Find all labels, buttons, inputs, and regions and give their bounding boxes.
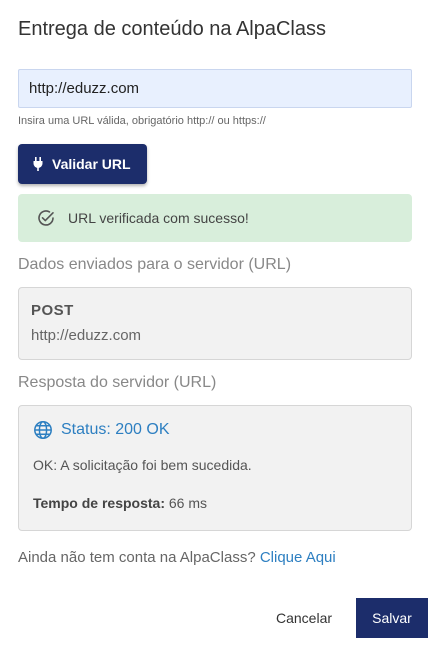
- request-section-label: Dados enviados para o servidor (URL): [18, 256, 292, 273]
- dialog-title: Entrega de conteúdo na AlpaClass: [18, 18, 326, 40]
- url-helper-text: Insira uma URL válida, obrigatório http:…: [18, 115, 266, 127]
- validate-url-button[interactable]: Validar URL: [18, 144, 147, 184]
- save-button[interactable]: Salvar: [356, 598, 428, 638]
- response-section-label: Resposta do servidor (URL): [18, 374, 217, 391]
- status-row: Status: 200 OK: [33, 420, 399, 440]
- account-prompt: Ainda não tem conta na AlpaClass? Clique…: [18, 549, 336, 566]
- response-time-label: Tempo de resposta:: [33, 495, 165, 511]
- success-message: URL verificada com sucesso!: [68, 210, 249, 226]
- request-panel: POST http://eduzz.com: [18, 287, 412, 360]
- plug-icon: [32, 157, 44, 171]
- check-circle-icon: [36, 208, 56, 228]
- response-panel: Status: 200 OK OK: A solicitação foi bem…: [18, 405, 412, 531]
- validate-url-label: Validar URL: [52, 156, 131, 172]
- request-method: POST: [31, 302, 74, 319]
- response-time-value: 66 ms: [168, 495, 208, 511]
- account-text: Ainda não tem conta na AlpaClass?: [18, 549, 256, 566]
- success-alert: URL verificada com sucesso!: [18, 194, 412, 242]
- signup-link[interactable]: Clique Aqui: [260, 549, 336, 566]
- globe-icon: [33, 420, 53, 440]
- response-message: OK: A solicitação foi bem sucedida.: [33, 457, 252, 473]
- response-time: Tempo de resposta: 66 ms: [33, 495, 399, 511]
- status-text: Status: 200 OK: [61, 421, 170, 438]
- url-input[interactable]: [18, 69, 412, 108]
- cancel-button[interactable]: Cancelar: [262, 598, 346, 638]
- request-url: http://eduzz.com: [31, 327, 142, 344]
